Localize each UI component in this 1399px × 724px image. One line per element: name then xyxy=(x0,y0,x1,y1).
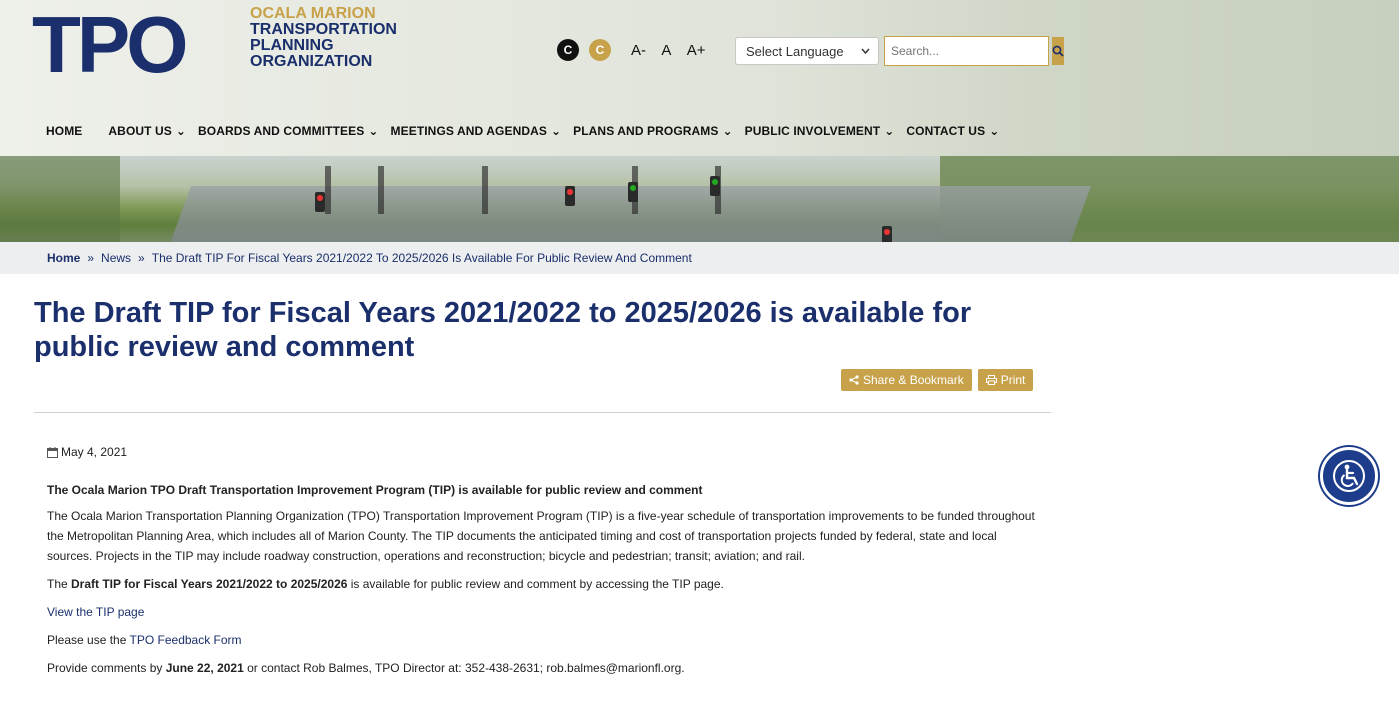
traffic-light xyxy=(710,176,720,196)
text-span: The xyxy=(47,577,72,591)
accessibility-tools: C C A- A A+ xyxy=(557,35,717,65)
breadcrumb-separator: » xyxy=(138,251,145,265)
share-bookmark-button[interactable]: Share & Bookmark xyxy=(841,369,972,391)
search-button[interactable] xyxy=(1052,37,1064,65)
article-date: May 4, 2021 xyxy=(47,442,1037,462)
chevron-down-icon: ⌄ xyxy=(989,124,1000,138)
share-label: Share & Bookmark xyxy=(863,373,964,387)
chevron-down-icon: ⌄ xyxy=(722,124,733,138)
nav-label: PLANS AND PROGRAMS xyxy=(573,124,719,138)
nav-label: PUBLIC INVOLVEMENT xyxy=(744,124,881,138)
bold-text: June 22, 2021 xyxy=(165,661,244,675)
breadcrumb-current: The Draft TIP For Fiscal Years 2021/2022… xyxy=(151,251,692,265)
traffic-light xyxy=(565,186,575,206)
chevron-down-icon: ⌄ xyxy=(884,124,895,138)
traffic-light xyxy=(628,182,638,202)
print-button[interactable]: Print xyxy=(977,369,1034,391)
article-heading: The Ocala Marion TPO Draft Transportatio… xyxy=(47,483,703,497)
signal-pole xyxy=(482,166,488,214)
article-paragraph: The Ocala Marion Transportation Planning… xyxy=(47,509,1035,563)
logo-line: ORGANIZATION xyxy=(250,53,373,70)
search-box xyxy=(884,36,1064,66)
nav-item-boards-and-committees[interactable]: BOARDS AND COMMITTEES ⌄ xyxy=(198,124,378,138)
nav-label: HOME xyxy=(46,124,83,138)
header-photo-banner xyxy=(0,156,1399,242)
font-smaller-button[interactable]: A- xyxy=(631,42,646,59)
article-paragraph: Provide comments by June 22, 2021 or con… xyxy=(47,658,1037,678)
nav-item-home[interactable]: HOME xyxy=(46,124,82,138)
contrast-dark-button[interactable]: C xyxy=(557,39,579,61)
signal-pole xyxy=(378,166,384,214)
article-paragraph: View the TIP page xyxy=(47,602,1037,622)
share-icon xyxy=(849,375,859,385)
breadcrumb-news-link[interactable]: News xyxy=(101,251,131,265)
breadcrumb-separator: » xyxy=(87,251,95,265)
nav-item-meetings-and-agendas[interactable]: MEETINGS AND AGENDAS ⌄ xyxy=(391,124,562,138)
article-body: May 4, 2021 The Ocala Marion TPO Draft T… xyxy=(47,442,1037,686)
text-span: is available for public review and comme… xyxy=(347,577,724,591)
nav-label: BOARDS AND COMMITTEES xyxy=(198,124,365,138)
logo-text: OCALA MARION TRANSPORTATION PLANNING ORG… xyxy=(250,6,420,70)
contrast-gold-button[interactable]: C xyxy=(589,39,611,61)
nav-label: ABOUT US xyxy=(108,124,172,138)
breadcrumb-home-link[interactable]: Home xyxy=(47,251,80,265)
nav-label: MEETINGS AND AGENDAS xyxy=(390,124,547,138)
title-divider xyxy=(34,412,1051,413)
site-logo[interactable]: TPO OCALA MARION TRANSPORTATION PLANNING… xyxy=(32,0,412,89)
signal-pole xyxy=(325,166,331,214)
article-paragraph: Please use the TPO Feedback Form xyxy=(47,630,1037,650)
feedback-form-link[interactable]: TPO Feedback Form xyxy=(130,633,242,647)
chevron-down-icon xyxy=(861,45,870,57)
printer-icon xyxy=(985,375,997,385)
nav-label: CONTACT US xyxy=(906,124,986,138)
print-label: Print xyxy=(1000,373,1026,387)
traffic-light xyxy=(315,192,325,212)
chevron-down-icon: ⌄ xyxy=(175,124,187,138)
chevron-down-icon: ⌄ xyxy=(550,124,562,138)
nav-item-public-involvement[interactable]: PUBLIC INVOLVEMENT ⌄ xyxy=(745,124,895,138)
calendar-icon xyxy=(47,446,58,458)
logo-mark: TPO xyxy=(32,0,188,89)
text-span: Please use the xyxy=(47,633,130,647)
text-span: or contact Rob Balmes, TPO Director at: … xyxy=(243,661,685,675)
search-input[interactable] xyxy=(885,37,1052,65)
language-select[interactable]: Select Language xyxy=(735,37,879,65)
page-title: The Draft TIP for Fiscal Years 2021/2022… xyxy=(34,297,972,363)
traffic-light xyxy=(882,226,892,242)
main-navigation: HOME ABOUT US ⌄ BOARDS AND COMMITTEES ⌄ ME… xyxy=(0,118,1399,144)
language-select-value: Select Language xyxy=(746,44,844,59)
wheelchair-icon xyxy=(1333,460,1365,492)
logo-line: OCALA MARION xyxy=(250,5,376,22)
tree-shape xyxy=(0,156,120,242)
font-larger-button[interactable]: A+ xyxy=(687,42,706,59)
logo-line: TRANSPORTATION xyxy=(250,21,397,38)
view-tip-link[interactable]: View the TIP page xyxy=(47,605,144,619)
logo-line: PLANNING xyxy=(250,37,334,54)
nav-item-plans-and-programs[interactable]: PLANS AND PROGRAMS ⌄ xyxy=(573,124,733,138)
article-actions: Share & Bookmark Print xyxy=(841,369,1034,391)
text-span: Provide comments by xyxy=(47,661,166,675)
bold-text: Draft TIP for Fiscal Years 2021/2022 to … xyxy=(71,577,348,591)
nav-item-contact-us[interactable]: CONTACT US ⌄ xyxy=(906,124,999,138)
font-size-controls: A- A A+ xyxy=(631,42,717,59)
accessibility-button[interactable] xyxy=(1320,447,1378,505)
breadcrumb: Home » News » The Draft TIP For Fiscal Y… xyxy=(0,242,1399,274)
article-paragraph: The Draft TIP for Fiscal Years 2021/2022… xyxy=(47,574,1037,594)
nav-item-about-us[interactable]: ABOUT US ⌄ xyxy=(108,124,186,138)
font-normal-button[interactable]: A xyxy=(661,42,671,59)
date-text: May 4, 2021 xyxy=(61,445,128,459)
search-icon xyxy=(1052,45,1064,57)
chevron-down-icon: ⌄ xyxy=(368,124,379,138)
